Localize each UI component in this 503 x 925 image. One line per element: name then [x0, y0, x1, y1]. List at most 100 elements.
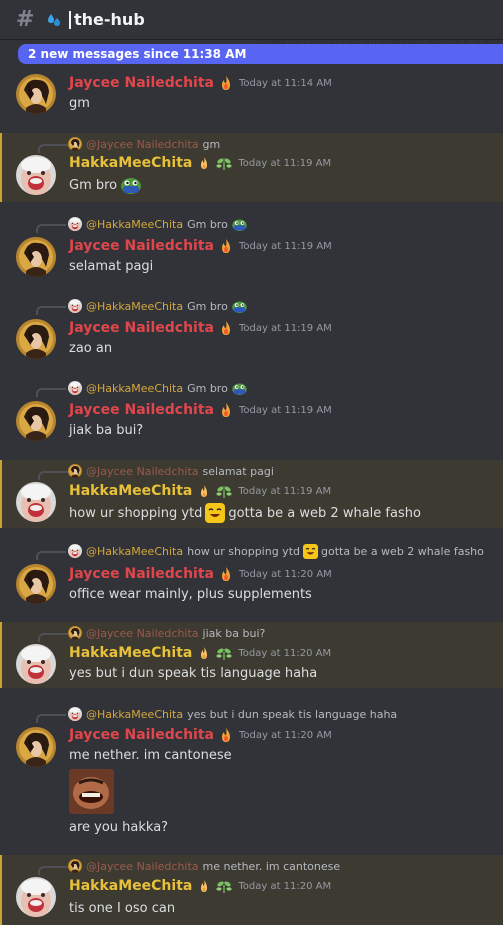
avatar[interactable] — [16, 877, 56, 917]
reply-avatar — [68, 859, 82, 873]
reply-preview[interactable]: yes but i dun speak tis language haha — [187, 708, 397, 721]
message: Jaycee Nailedchita Today at 11:14 AM gm — [0, 64, 503, 126]
avatar[interactable] — [16, 74, 56, 114]
reply-avatar — [68, 464, 82, 478]
message-mention: @Jaycee Nailedchita selamat pagi HakkaMe… — [0, 460, 503, 528]
channel-divider — [69, 10, 71, 29]
message-author[interactable]: Jaycee Nailedchita — [69, 320, 214, 336]
message-author[interactable]: HakkaMeeChita — [69, 155, 192, 171]
avatar[interactable] — [16, 155, 56, 195]
message: @HakkaMeeChita Gm bro Jaycee Nailedchita… — [0, 213, 503, 283]
message-author[interactable]: Jaycee Nailedchita — [69, 566, 214, 582]
timestamp: Today at 11:19 AM — [238, 157, 332, 169]
laughing-man-image[interactable] — [69, 769, 114, 814]
message-text: zao an — [69, 341, 113, 356]
reply-avatar — [68, 381, 82, 395]
avatar[interactable] — [16, 401, 56, 441]
message-text: office wear mainly, plus supplements — [69, 587, 312, 602]
pepe-emoji-icon[interactable] — [121, 176, 142, 194]
reply-preview[interactable]: Gm bro — [187, 382, 228, 395]
reply-preview[interactable]: jiak ba bui? — [203, 627, 266, 640]
flame-badge-icon — [222, 321, 230, 335]
message-author[interactable]: Jaycee Nailedchita — [69, 402, 214, 418]
message-text: jiak ba bui? — [69, 423, 144, 438]
message-author[interactable]: Jaycee Nailedchita — [69, 75, 214, 91]
reply-avatar — [68, 544, 82, 558]
avatar[interactable] — [16, 644, 56, 684]
message-author[interactable]: HakkaMeeChita — [69, 645, 192, 661]
message-text: Gm bro — [69, 177, 118, 193]
message-text-part: gotta be a web 2 whale fasho — [228, 505, 421, 521]
message: @HakkaMeeChita Gm bro Jaycee Nailedchita… — [0, 377, 503, 447]
message-mention: @Jaycee Nailedchita jiak ba bui? HakkaMe… — [0, 622, 503, 688]
message-text: me nether. im cantonese — [69, 748, 232, 763]
flame-badge-icon — [201, 647, 208, 659]
sprout-badge-icon — [216, 484, 233, 499]
avatar[interactable] — [16, 564, 56, 604]
reply-preview[interactable]: me nether. im cantonese — [203, 860, 341, 873]
reply-preview[interactable]: selamat pagi — [203, 465, 274, 478]
reply-preview[interactable]: Gm bro — [187, 218, 228, 231]
reply-author[interactable]: @HakkaMeeChita — [86, 300, 183, 313]
message: @HakkaMeeChita Gm bro Jaycee Nailedchita… — [0, 295, 503, 365]
message-text: yes but i dun speak tis language haha — [69, 666, 318, 681]
reply-author[interactable]: @Jaycee Nailedchita — [86, 860, 199, 873]
sprout-badge-icon — [216, 646, 233, 661]
message: @HakkaMeeChita how ur shopping ytd gotta… — [0, 540, 503, 612]
smug-emoji-icon — [303, 543, 318, 559]
reply-author[interactable]: @Jaycee Nailedchita — [86, 138, 199, 151]
timestamp: Today at 11:19 AM — [239, 322, 332, 334]
flame-badge-icon — [201, 485, 208, 497]
message-text-part: how ur shopping ytd — [69, 505, 203, 521]
reply-avatar — [68, 137, 82, 151]
avatar[interactable] — [16, 319, 56, 359]
reply-author[interactable]: @HakkaMeeChita — [86, 708, 183, 721]
message-author[interactable]: Jaycee Nailedchita — [69, 727, 214, 743]
message-author[interactable]: HakkaMeeChita — [69, 483, 192, 499]
timestamp: Today at 11:20 AM — [239, 729, 332, 741]
reply-author[interactable]: @Jaycee Nailedchita — [86, 627, 199, 640]
pepe-emoji-icon — [232, 382, 247, 395]
reply-avatar — [68, 707, 82, 721]
reply-avatar — [68, 626, 82, 640]
message-mention: @Jaycee Nailedchita me nether. im canton… — [0, 855, 503, 925]
message-text: gm — [69, 96, 90, 111]
hashtag-icon: # — [16, 7, 35, 32]
reply-preview[interactable]: gm — [203, 138, 221, 151]
pepe-emoji-icon — [232, 218, 247, 231]
message-author[interactable]: HakkaMeeChita — [69, 878, 192, 894]
pepe-emoji-icon — [232, 300, 247, 313]
message: @HakkaMeeChita yes but i dun speak tis l… — [0, 703, 503, 843]
timestamp: Today at 11:19 AM — [239, 404, 332, 416]
message-text: selamat pagi — [69, 259, 154, 274]
reply-avatar — [68, 299, 82, 313]
reply-preview[interactable]: Gm bro — [187, 300, 228, 313]
sprout-badge-icon — [216, 156, 233, 171]
message-author[interactable]: Jaycee Nailedchita — [69, 238, 214, 254]
avatar[interactable] — [16, 237, 56, 277]
timestamp: Today at 11:20 AM — [238, 647, 332, 659]
flame-badge-icon — [222, 567, 230, 581]
channel-header: # the-hub — [0, 0, 503, 40]
timestamp: Today at 11:19 AM — [238, 485, 332, 497]
reply-avatar — [68, 217, 82, 231]
reply-author[interactable]: @Jaycee Nailedchita — [86, 465, 199, 478]
reply-author[interactable]: @HakkaMeeChita — [86, 218, 183, 231]
message-text-followup: are you hakka? — [69, 820, 169, 835]
sprout-badge-icon — [216, 879, 233, 894]
reply-author[interactable]: @HakkaMeeChita — [86, 382, 183, 395]
timestamp: Today at 11:20 AM — [238, 880, 332, 892]
smug-emoji-icon[interactable] — [205, 503, 226, 523]
reply-preview-part[interactable]: how ur shopping ytd — [187, 545, 300, 558]
avatar[interactable] — [16, 727, 56, 767]
flame-badge-icon — [222, 76, 230, 90]
flame-badge-icon — [201, 157, 208, 169]
flame-badge-icon — [222, 403, 230, 417]
new-messages-banner[interactable]: 2 new messages since 11:38 AM — [18, 44, 503, 64]
flame-badge-icon — [222, 728, 230, 742]
avatar[interactable] — [16, 482, 56, 522]
timestamp: Today at 11:14 AM — [239, 77, 332, 89]
timestamp: Today at 11:20 AM — [239, 568, 332, 580]
reply-author[interactable]: @HakkaMeeChita — [86, 545, 183, 558]
reply-preview-part[interactable]: gotta be a web 2 whale fasho — [321, 545, 484, 558]
